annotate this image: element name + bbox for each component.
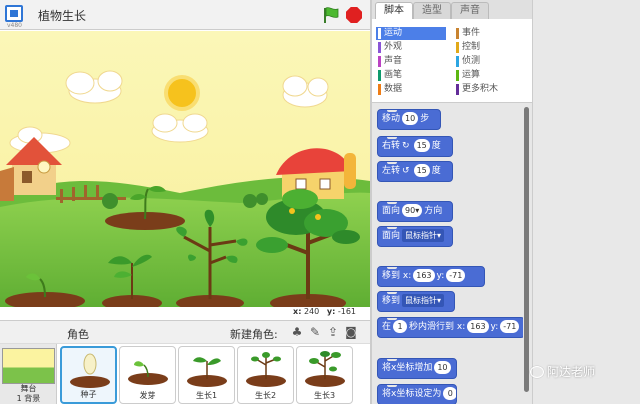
point-towards-block[interactable]: 面向 鼠标指针▾ [377,226,453,247]
mouse-y-value: -161 [337,307,356,316]
wechat-icon [530,366,544,378]
set-x-block[interactable]: 将x坐标设定为 0 [377,384,457,404]
target-dropdown[interactable]: 鼠标指针▾ [402,294,445,307]
plant-growth3-icon [305,351,345,387]
sprite-tile[interactable]: 生长3 [296,346,353,404]
category-events[interactable]: 事件 [454,27,524,40]
upload-sprite-icon[interactable]: ⇪ [326,325,340,339]
degrees-input[interactable]: 15 [413,139,430,152]
sprite-tile[interactable]: 生长2 [237,346,294,404]
x-input[interactable]: 163 [413,269,435,282]
block-palette: 移动 10 步 右转 ↻ 15 度 左转 ↺ 15 度 面向 90▾ 方向 面向 鼠标指针▾ 移到 x… [372,103,532,404]
category-sensing[interactable]: 侦测 [454,55,524,68]
sprite-tile[interactable]: 种子 [60,346,117,404]
change-x-block[interactable]: 将x坐标增加 10 [377,358,457,379]
camera-icon[interactable]: ◙ [344,325,358,339]
stage-thumbnail [2,348,55,384]
scrollbar-thumb[interactable] [524,107,529,392]
watermark: 阿达老师 [530,363,595,380]
turn-left-block[interactable]: 左转 ↺ 15 度 [377,161,453,182]
sprout-icon [128,361,168,385]
category-looks[interactable]: 外观 [376,41,446,54]
point-in-direction-block[interactable]: 面向 90▾ 方向 [377,201,453,222]
y-input[interactable]: -71 [446,269,466,282]
category-control[interactable]: 控制 [454,41,524,54]
glide-block[interactable]: 在 1 秒内滑行到 x: 163 y: -71 [377,317,525,338]
sprite-list: 种子 发芽 生长1 生长2 生长3 [58,344,370,404]
direction-input[interactable]: 90▾ [402,204,423,217]
category-data[interactable]: 数据 [376,83,446,96]
sprite-name: 生长1 [195,391,218,400]
sprite-tile[interactable]: 发芽 [119,346,176,404]
seconds-input[interactable]: 1 [393,320,408,333]
tab-costumes[interactable]: 造型 [413,2,451,19]
go-to-block[interactable]: 移到 鼠标指针▾ [377,291,455,312]
sprite-name: 生长3 [313,391,336,400]
rotate-clockwise-icon: ↻ [402,141,410,151]
script-area[interactable] [532,0,640,404]
x-value-input[interactable]: 0 [443,387,456,400]
rotate-counterclockwise-icon: ↺ [402,166,410,176]
stage[interactable] [0,31,370,307]
sprite-tile[interactable]: 生长1 [178,346,235,404]
category-motion[interactable]: 运动 [376,27,446,40]
turn-right-block[interactable]: 右转 ↻ 15 度 [377,136,453,157]
sprites-label: 角色 [67,328,89,341]
mouse-x-value: 240 [303,307,320,316]
category-sound[interactable]: 声音 [376,55,446,68]
stop-icon[interactable] [346,7,362,23]
paint-new-sprite-icon[interactable]: ✎ [308,325,322,339]
category-pen[interactable]: 画笔 [376,69,446,82]
green-flag-icon[interactable] [322,6,340,24]
move-steps-block[interactable]: 移动 10 步 [377,109,441,130]
stage-scene [0,31,370,307]
category-more-blocks[interactable]: 更多积木 [454,83,524,96]
y-input[interactable]: -71 [500,320,520,333]
go-to-xy-block[interactable]: 移到 x: 163 y: -71 [377,266,485,287]
fullscreen-icon[interactable] [5,5,23,22]
tab-sounds[interactable]: 声音 [451,2,489,19]
target-dropdown[interactable]: 鼠标指针▾ [402,229,445,242]
x-input[interactable]: 163 [467,320,489,333]
degrees-input[interactable]: 15 [413,164,430,177]
new-sprite-label: 新建角色: [230,328,278,341]
sprites-toolbar: 角色 新建角色: ♣ ✎ ⇪ ◙ [0,320,370,344]
sprite-name: 生长2 [254,391,277,400]
choose-sprite-from-library-icon[interactable]: ♣ [290,325,304,339]
version-label: v480 [7,22,23,29]
steps-input[interactable]: 10 [402,112,419,125]
x-change-input[interactable]: 10 [434,361,451,374]
tab-bar: 脚本 造型 声音 [372,0,532,20]
mouse-coordinates: x: 240 y: -161 [0,307,370,319]
plant-growth2-icon [246,352,286,387]
stage-thumbnail-label: 舞台 1 背景 [16,384,41,403]
stage-header: v480 植物生长 [0,0,370,30]
stage-selector[interactable]: 舞台 1 背景 [0,344,57,404]
sprite-name: 发芽 [139,391,156,400]
watermark-text: 阿达老师 [547,365,596,379]
plant-growth1-icon [187,357,227,387]
sun-icon [164,75,200,111]
block-categories: 运动 外观 声音 画笔 数据 事件 控制 侦测 运算 更多积木 [372,19,532,103]
project-title[interactable]: 植物生长 [38,7,86,24]
seed-icon [70,353,110,388]
tab-scripts[interactable]: 脚本 [375,2,413,20]
sprite-name: 种子 [80,390,97,399]
category-operators[interactable]: 运算 [454,69,524,82]
palette-scrollbar[interactable] [523,103,530,404]
